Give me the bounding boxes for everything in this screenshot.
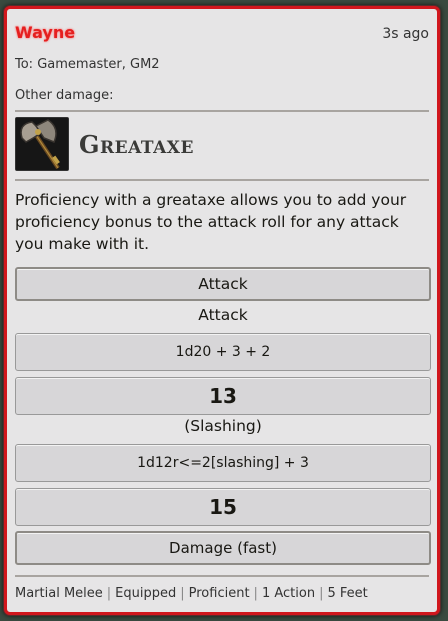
attack-formula[interactable]: 1d20 + 3 + 2 <box>15 333 431 371</box>
property-tag: 5 Feet <box>327 586 368 601</box>
message-timestamp: 3s ago <box>382 26 429 42</box>
separator: | <box>106 586 112 601</box>
message-flavor: Other damage: <box>15 88 114 103</box>
chat-message-card: Wayne 3s ago To: Gamemaster, GM2 Other d… <box>4 6 440 615</box>
property-tag: Martial Melee <box>15 586 103 601</box>
property-tag: Proficient <box>188 586 250 601</box>
item-name[interactable]: Greataxe <box>79 130 194 159</box>
damage-fast-button[interactable]: Damage (fast) <box>15 531 431 565</box>
message-recipients: To: Gamemaster, GM2 <box>15 57 160 72</box>
item-properties: Martial Melee | Equipped | Proficient | 1 Acti… <box>15 586 368 601</box>
separator: | <box>180 586 185 601</box>
attack-total[interactable]: 13 <box>15 377 431 415</box>
greataxe-icon[interactable] <box>15 117 69 171</box>
property-tag: Equipped <box>115 586 177 601</box>
divider <box>15 110 429 112</box>
divider <box>15 575 429 577</box>
separator: | <box>319 586 324 601</box>
message-sender[interactable]: Wayne <box>15 23 75 42</box>
attack-heading: Attack <box>198 306 248 324</box>
damage-formula[interactable]: 1d12r<=2[slashing] + 3 <box>15 444 431 482</box>
property-tag: 1 Action <box>261 586 316 601</box>
damage-type: (Slashing) <box>184 417 262 435</box>
divider <box>15 179 429 181</box>
attack-button[interactable]: Attack <box>15 267 431 301</box>
damage-total[interactable]: 15 <box>15 488 431 526</box>
item-description: Proficiency with a greataxe allows you t… <box>15 191 407 253</box>
separator: | <box>253 586 258 601</box>
